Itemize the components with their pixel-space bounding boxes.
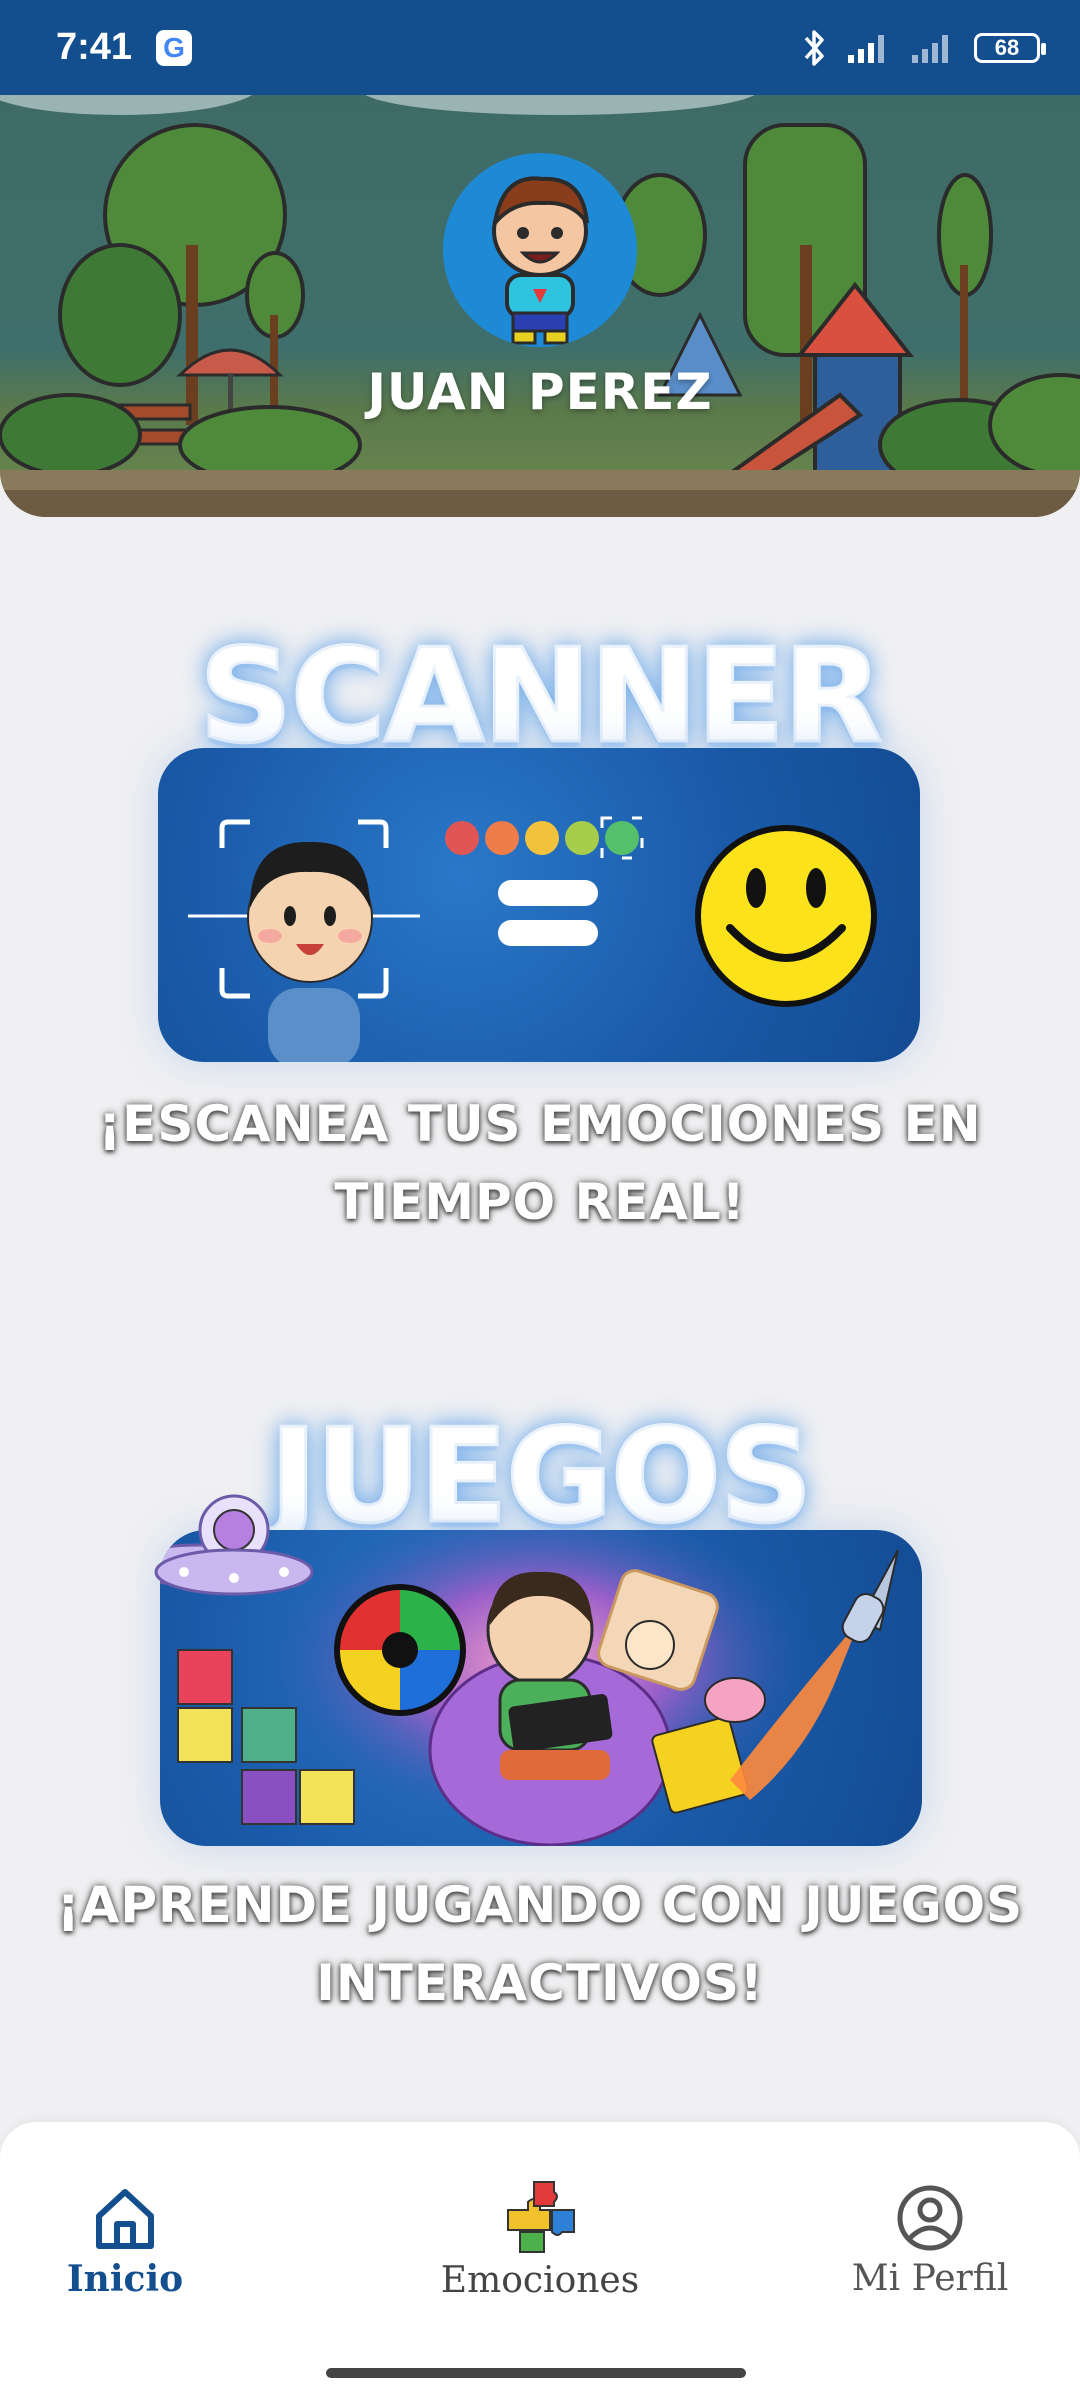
juegos-caption: ¡APRENDE JUGANDO CON JUEGOS INTERACTIVOS…	[0, 1866, 1080, 2022]
juegos-caption-line1: ¡APRENDE JUGANDO CON JUEGOS	[56, 1876, 1024, 1934]
signal-icon	[912, 34, 948, 63]
nav-item-inicio[interactable]: Inicio	[60, 2182, 190, 2300]
nav-label-emociones: Emociones	[440, 2260, 640, 2301]
avatar[interactable]	[443, 153, 637, 347]
bluetooth-icon	[804, 29, 824, 66]
scanner-illustration	[188, 816, 877, 1062]
ufo-astronaut-icon	[154, 1494, 314, 1596]
scanner-card[interactable]	[158, 748, 920, 1062]
status-icons: 68	[802, 28, 1046, 68]
battery-icon: 68	[974, 32, 1046, 63]
signal-icon	[848, 34, 884, 63]
bottom-navigation: Inicio Emociones Mi Perfil	[0, 2122, 1080, 2400]
battery-level: 68	[994, 34, 1020, 60]
nav-item-emociones[interactable]: Emociones	[410, 2172, 670, 2301]
smiley-face-icon	[695, 825, 877, 1007]
nav-label-inicio: Inicio	[66, 2258, 184, 2300]
status-time: 7:41	[56, 26, 133, 68]
profile-header-banner: JUAN PEREZ	[0, 95, 1080, 517]
nav-label-mi-perfil: Mi Perfil	[851, 2258, 1009, 2299]
home-icon	[96, 2189, 154, 2249]
boy-avatar-icon	[491, 176, 589, 345]
google-g-icon: G	[156, 29, 193, 66]
puzzle-icon	[507, 2181, 575, 2253]
juegos-caption-line2: INTERACTIVOS!	[316, 1954, 764, 2012]
nav-item-mi-perfil[interactable]: Mi Perfil	[840, 2182, 1020, 2299]
home-indicator[interactable]	[326, 2368, 746, 2378]
scanner-caption-line2: TIEMPO REAL!	[334, 1173, 746, 1231]
status-bar: 7:41 G 68	[0, 0, 1080, 95]
emotion-scale-icon	[445, 816, 644, 860]
profile-name: JUAN PEREZ	[367, 363, 713, 421]
scanner-caption-line1: ¡ESCANEA TUS EMOCIONES EN	[98, 1095, 982, 1153]
user-circle-icon	[897, 2185, 963, 2251]
simon-game-icon	[334, 1584, 466, 1716]
scanner-caption: ¡ESCANEA TUS EMOCIONES EN TIEMPO REAL!	[0, 1085, 1080, 1241]
